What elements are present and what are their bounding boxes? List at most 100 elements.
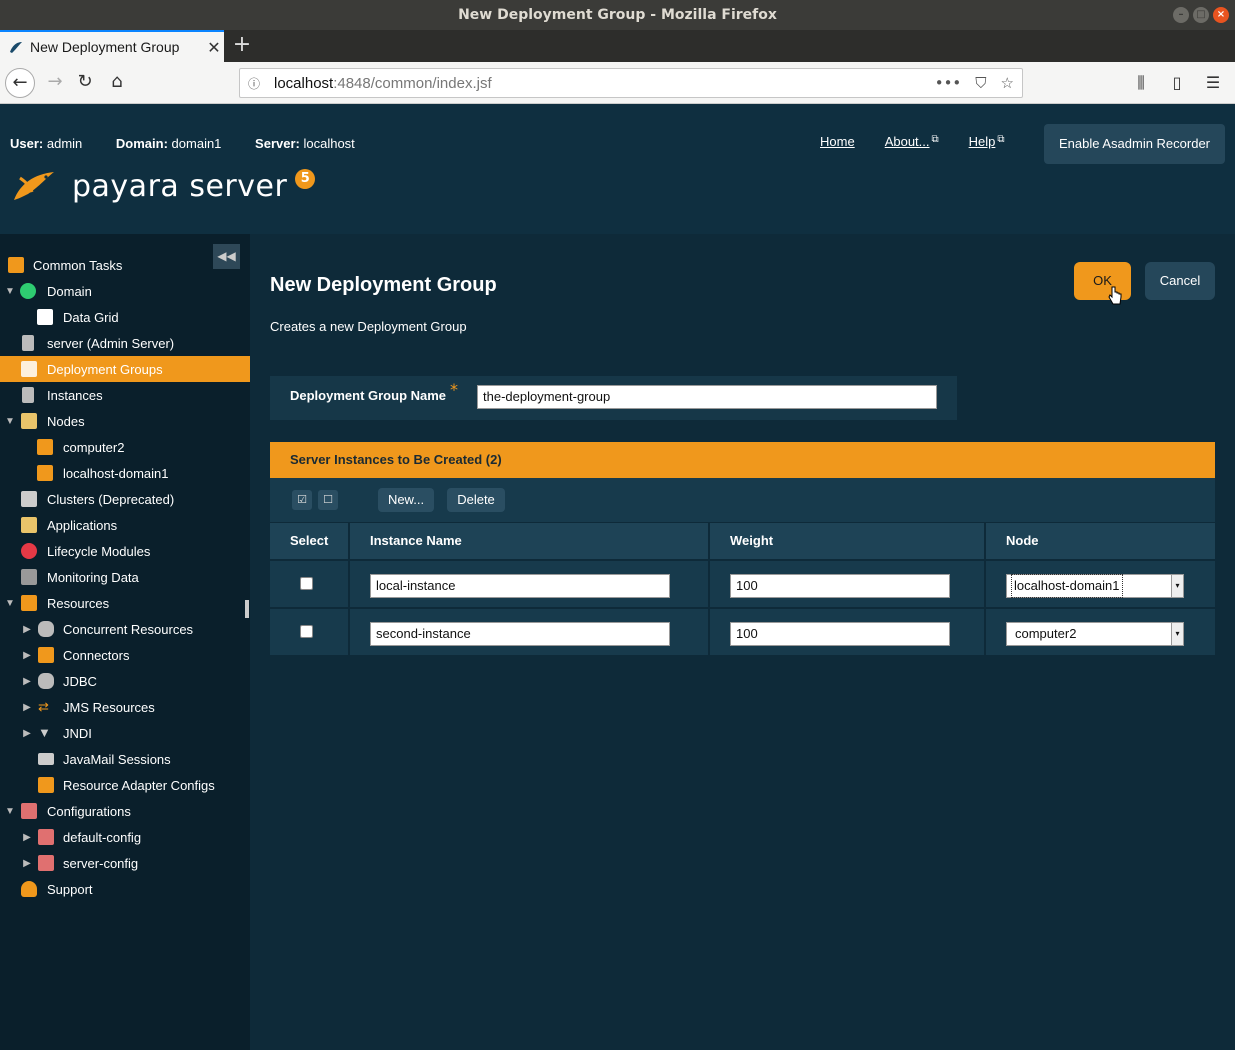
weight-input[interactable]: 100 (730, 574, 950, 598)
maximize-icon[interactable]: □ (1193, 7, 1209, 23)
sidebar-item-deployment-groups[interactable]: Deployment Groups (0, 356, 250, 382)
monitor-icon (21, 413, 37, 429)
sidebar-item-javamail-sessions[interactable]: JavaMail Sessions (0, 746, 250, 772)
collapsed-icon[interactable]: ▶ (21, 624, 33, 635)
collapsed-icon[interactable]: ▶ (21, 676, 33, 687)
sidebar-item-instances[interactable]: Instances (0, 382, 250, 408)
sidebar-item-applications[interactable]: Applications (0, 512, 250, 538)
user-value: admin (46, 136, 83, 151)
table-toolbar: ☑ ☐ New... Delete (270, 478, 1215, 522)
page-actions-icon[interactable]: ••• (935, 74, 962, 92)
instance-name-input[interactable]: second-instance (370, 622, 670, 646)
help-link[interactable]: Help (969, 134, 996, 149)
expanded-icon[interactable]: ▼ (4, 806, 16, 817)
expanded-icon[interactable]: ▼ (4, 598, 16, 609)
sidebar-item-server[interactable]: server (Admin Server) (0, 330, 250, 356)
cancel-button[interactable]: Cancel (1145, 262, 1215, 300)
sidebar-toggle-icon[interactable]: ▯ (1165, 68, 1189, 98)
column-header-weight[interactable]: Weight (710, 523, 984, 559)
sidebar-item-jndi[interactable]: ▶ ▼ JNDI (0, 720, 250, 746)
sidebar-item-configurations[interactable]: ▼ Configurations (0, 798, 250, 824)
sidebar-item-support[interactable]: Support (0, 876, 250, 902)
sidebar-item-server-config[interactable]: ▶ server-config (0, 850, 250, 876)
deselect-all-icon[interactable]: ☐ (318, 490, 338, 510)
hierarchy-icon (21, 361, 37, 377)
sidebar-item-resources[interactable]: ▼ Resources (0, 590, 250, 616)
home-link[interactable]: Home (820, 134, 855, 149)
node-icon (37, 439, 53, 455)
close-window-icon[interactable]: × (1213, 7, 1229, 23)
column-header-node[interactable]: Node (986, 523, 1215, 559)
instance-name-input[interactable]: local-instance (370, 574, 670, 598)
delete-instance-button[interactable]: Delete (447, 488, 505, 512)
row-select-checkbox[interactable] (300, 577, 313, 590)
home-icon[interactable]: ⌂ (102, 68, 132, 98)
lifecycle-icon (21, 543, 37, 559)
exchange-icon: ⇄ (38, 699, 49, 714)
instances-table-title-text: Server Instances to Be Created (2) (290, 452, 502, 467)
payara-fish-icon (14, 172, 54, 200)
puzzle-icon (38, 777, 54, 793)
reload-icon[interactable]: ↻ (70, 68, 100, 98)
browser-tab[interactable]: New Deployment Group ✕ (0, 30, 224, 62)
node-icon (37, 465, 53, 481)
select-all-icon[interactable]: ☑ (292, 490, 312, 510)
forward-icon[interactable]: → (40, 68, 70, 98)
node-select[interactable]: localhost-domain1 ▾ (1006, 574, 1184, 598)
pocket-icon[interactable]: ⛉ (975, 74, 986, 92)
sidebar-item-data-grid[interactable]: Data Grid (0, 304, 250, 330)
url-bar[interactable]: ⓘ localhost:4848/common/index.jsf ••• ⛉ … (239, 68, 1023, 98)
tasks-icon (8, 257, 24, 273)
column-header-select[interactable]: Select (270, 523, 348, 559)
minimize-icon[interactable]: – (1173, 7, 1189, 23)
payara-favicon-icon (8, 39, 24, 55)
database-icon (38, 673, 54, 689)
sidebar-item-common-tasks[interactable]: Common Tasks (0, 252, 250, 278)
window-titlebar: New Deployment Group - Mozilla Firefox –… (0, 0, 1235, 30)
table-row (270, 609, 348, 655)
sidebar: ◀◀ Common Tasks ▼ Domain Data Grid serve… (0, 234, 250, 1050)
globe-icon (20, 283, 36, 299)
expanded-icon[interactable]: ▼ (4, 286, 16, 297)
url-host: localhost (274, 74, 334, 92)
collapsed-icon[interactable]: ▶ (21, 728, 33, 739)
sidebar-item-nodes[interactable]: ▼ Nodes (0, 408, 250, 434)
row-select-checkbox[interactable] (300, 625, 313, 638)
tab-close-icon[interactable]: ✕ (204, 38, 224, 57)
sidebar-item-default-config[interactable]: ▶ default-config (0, 824, 250, 850)
page-description: Creates a new Deployment Group (270, 319, 467, 334)
back-icon[interactable]: ← (5, 68, 35, 98)
info-icon[interactable]: ⓘ (248, 75, 266, 92)
sidebar-item-connectors[interactable]: ▶ Connectors (0, 642, 250, 668)
menu-icon[interactable]: ☰ (1201, 68, 1225, 98)
sidebar-item-clusters[interactable]: Clusters (Deprecated) (0, 486, 250, 512)
sidebar-item-concurrent-resources[interactable]: ▶ Concurrent Resources (0, 616, 250, 642)
library-icon[interactable]: ⫼ (1129, 68, 1153, 98)
sidebar-resize-handle[interactable] (245, 600, 249, 618)
payara-logo: payara server 5 (10, 168, 316, 204)
collapsed-icon[interactable]: ▶ (21, 858, 33, 869)
column-header-instance-name[interactable]: Instance Name (350, 523, 708, 559)
sidebar-item-computer2[interactable]: computer2 (0, 434, 250, 460)
enable-asadmin-recorder-button[interactable]: Enable Asadmin Recorder (1044, 124, 1225, 164)
collapsed-icon[interactable]: ▶ (21, 650, 33, 661)
about-link[interactable]: About... (885, 134, 930, 149)
deployment-group-name-input[interactable]: the-deployment-group (477, 385, 937, 409)
ok-button[interactable]: OK (1074, 262, 1131, 300)
expanded-icon[interactable]: ▼ (4, 416, 16, 427)
bookmark-star-icon[interactable]: ☆ (1001, 74, 1014, 92)
sidebar-item-lifecycle-modules[interactable]: Lifecycle Modules (0, 538, 250, 564)
sidebar-item-monitoring-data[interactable]: Monitoring Data (0, 564, 250, 590)
collapsed-icon[interactable]: ▶ (21, 832, 33, 843)
weight-input[interactable]: 100 (730, 622, 950, 646)
new-tab-icon[interactable]: + (230, 33, 254, 59)
user-info: User: admin Domain: domain1 Server: loca… (10, 136, 385, 151)
sidebar-item-localhost-domain1[interactable]: localhost-domain1 (0, 460, 250, 486)
collapsed-icon[interactable]: ▶ (21, 702, 33, 713)
node-select[interactable]: computer2 ▾ (1006, 622, 1184, 646)
new-instance-button[interactable]: New... (378, 488, 434, 512)
sidebar-item-jms-resources[interactable]: ▶ ⇄ JMS Resources (0, 694, 250, 720)
sidebar-item-resource-adapter-configs[interactable]: Resource Adapter Configs (0, 772, 250, 798)
sidebar-item-jdbc[interactable]: ▶ JDBC (0, 668, 250, 694)
sidebar-item-domain[interactable]: ▼ Domain (0, 278, 250, 304)
